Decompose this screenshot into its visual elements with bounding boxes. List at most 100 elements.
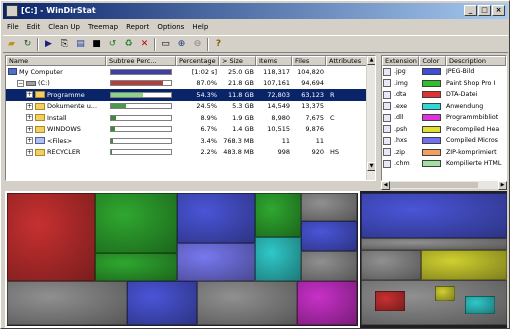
expand-icon[interactable]: − xyxy=(17,79,24,87)
col-description[interactable]: Description xyxy=(446,56,506,66)
tree-row[interactable]: + Install 8.9% 1.9 GB 8,980 7,675 C xyxy=(6,112,375,124)
menu-clean-up[interactable]: Clean Up xyxy=(44,20,84,34)
menu-options[interactable]: Options xyxy=(153,20,188,34)
cmd-icon[interactable]: ■ xyxy=(90,38,103,51)
ext-name: .chm xyxy=(394,160,410,168)
row-files: 63,123 xyxy=(301,90,324,99)
expand-icon[interactable]: + xyxy=(26,102,33,110)
color-swatch xyxy=(422,137,442,145)
col-attributes[interactable]: Attributes xyxy=(326,56,367,66)
treemap-cell[interactable] xyxy=(375,291,405,311)
row-files: 9,876 xyxy=(305,125,324,134)
ext-row[interactable]: .chm Kompilierte HTML xyxy=(382,158,506,170)
menu-help[interactable]: Help xyxy=(188,20,212,34)
treemap-cell[interactable] xyxy=(361,250,421,280)
menu-report[interactable]: Report xyxy=(122,20,153,34)
ext-desc: Anwendung xyxy=(445,102,484,110)
scroll-down-icon[interactable]: ▼ xyxy=(367,162,375,171)
col-items[interactable]: Items xyxy=(256,56,292,66)
close-button[interactable]: × xyxy=(492,5,505,16)
col-subtree[interactable]: Subtree Perc... xyxy=(106,56,176,66)
window-title: [C:] - WinDirStat xyxy=(21,6,96,15)
tree-row[interactable]: + RECYCLER 2.2% 483.8 MB 998 920 HS xyxy=(6,147,375,159)
col-percentage[interactable]: Percentage xyxy=(176,56,219,66)
ext-row[interactable]: .dll Programmbibliot xyxy=(382,112,506,124)
expand-icon[interactable]: + xyxy=(26,91,33,99)
minimize-button[interactable]: _ xyxy=(464,5,477,16)
treemap-cell[interactable] xyxy=(435,286,455,301)
folder-icon xyxy=(35,114,45,122)
ext-row[interactable]: .jpg JPEG-Bild xyxy=(382,66,506,78)
menu-treemap[interactable]: Treemap xyxy=(84,20,122,34)
open-icon[interactable]: ▰ xyxy=(5,38,18,51)
row-attributes: R xyxy=(330,90,335,99)
files-icon xyxy=(35,137,45,145)
row-items: 14,549 xyxy=(267,102,290,111)
treemap[interactable] xyxy=(5,191,507,328)
ext-row[interactable]: .dta DTA-Datei xyxy=(382,89,506,101)
subtree-bar xyxy=(110,149,172,156)
tree-row[interactable]: + WINDOWS 6.7% 1.4 GB 10,515 9,876 xyxy=(6,124,375,136)
treemap-cell[interactable] xyxy=(361,193,507,238)
tree-row[interactable]: + <Files> 3.4% 768.3 MB 11 11 xyxy=(6,135,375,147)
help-icon[interactable]: ? xyxy=(212,38,225,51)
treemap-cell[interactable] xyxy=(421,250,507,280)
tree-row[interactable]: + Dokumente u... 24.5% 5.3 GB 14,549 13,3… xyxy=(6,101,375,113)
tree-scrollbar[interactable]: ▲ ▼ xyxy=(366,56,375,180)
extension-list[interactable]: Extension Color Description .jpg JPEG-Bi… xyxy=(381,55,507,181)
col-name[interactable]: Name xyxy=(6,56,106,66)
row-name: Programme xyxy=(47,90,85,99)
ext-desc: Programmbibliot xyxy=(445,114,499,122)
col-files[interactable]: Files xyxy=(292,56,326,66)
play-icon[interactable]: ▶ xyxy=(42,38,55,51)
zoom-out-icon[interactable]: ⊖ xyxy=(191,38,204,51)
col-color[interactable]: Color xyxy=(419,56,446,66)
expand-icon[interactable]: + xyxy=(26,114,33,122)
ext-hscrollbar[interactable]: ◀ ▶ xyxy=(381,181,507,190)
row-percentage: 3.4% xyxy=(200,136,217,145)
tree-header: Name Subtree Perc... Percentage > Size I… xyxy=(6,56,375,66)
refresh-select-icon[interactable]: ↺ xyxy=(106,38,119,51)
title-bar[interactable]: [C:] - WinDirStat _ □ × xyxy=(3,3,508,19)
menu-bar: File Edit Clean Up Treemap Report Option… xyxy=(3,20,212,34)
ext-row[interactable]: .hxs Compiled Micros xyxy=(382,135,506,147)
file-type-icon xyxy=(383,159,391,168)
menu-edit[interactable]: Edit xyxy=(23,20,45,34)
recycle-icon[interactable]: ♻ xyxy=(122,38,135,51)
expand-icon[interactable]: + xyxy=(26,125,33,133)
col-size[interactable]: > Size xyxy=(219,56,256,66)
refresh-icon[interactable]: ↻ xyxy=(21,38,34,51)
menu-file[interactable]: File xyxy=(3,20,23,34)
row-name: RECYCLER xyxy=(47,148,81,157)
tree-row[interactable]: My Computer [1:02 s] 25.0 GB 118,317 104… xyxy=(6,66,375,78)
row-size: 21.8 GB xyxy=(227,79,254,88)
col-extension[interactable]: Extension xyxy=(382,56,420,66)
scroll-left-icon[interactable]: ◀ xyxy=(381,181,390,190)
delete-icon[interactable]: ✕ xyxy=(138,38,151,51)
treemap-cell[interactable] xyxy=(361,238,507,250)
color-swatch xyxy=(422,160,442,168)
row-size: 1.4 GB xyxy=(232,125,254,134)
scroll-up-icon[interactable]: ▲ xyxy=(367,56,375,65)
ext-row[interactable]: .zip ZIP-komprimiert xyxy=(382,147,506,159)
directory-tree[interactable]: Name Subtree Perc... Percentage > Size I… xyxy=(5,55,376,181)
zoom-in-icon[interactable]: ⊕ xyxy=(175,38,188,51)
tree-row[interactable]: − (C:) 87.0% 21.8 GB 107,161 94,694 xyxy=(6,78,375,90)
ext-row[interactable]: .img Paint Shop Pro I xyxy=(382,78,506,90)
maximize-button[interactable]: □ xyxy=(478,5,491,16)
row-percentage: 87.0% xyxy=(196,79,217,88)
ext-row[interactable]: .exe Anwendung xyxy=(382,101,506,113)
ext-row[interactable]: .psh Precompiled Hea xyxy=(382,124,506,136)
explorer-icon[interactable]: ▤ xyxy=(74,38,87,51)
treemap-cell[interactable] xyxy=(465,296,495,314)
row-items: 11 xyxy=(281,136,290,145)
ext-name: .jpg xyxy=(394,68,406,76)
expand-icon[interactable]: + xyxy=(26,137,33,145)
row-size: 11.8 GB xyxy=(227,90,254,99)
color-swatch xyxy=(422,148,442,156)
scroll-right-icon[interactable]: ▶ xyxy=(498,181,507,190)
properties-icon[interactable]: ▭ xyxy=(159,38,172,51)
copy-icon[interactable]: ⎘ xyxy=(58,38,71,51)
tree-row[interactable]: + Programme 54.3% 11.8 GB 72,803 63,123 R xyxy=(6,89,375,101)
expand-icon[interactable]: + xyxy=(26,148,33,156)
